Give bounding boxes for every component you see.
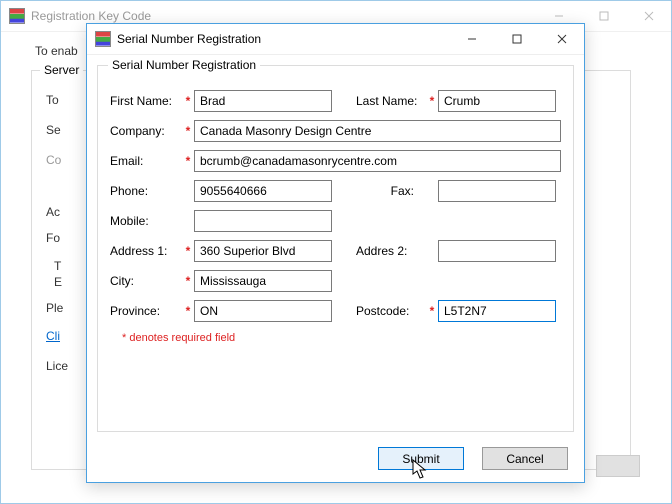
back-line-cli[interactable]: Cli xyxy=(46,329,60,343)
label-address2: Addres 2: xyxy=(356,244,426,258)
label-first-name: First Name: xyxy=(110,94,182,108)
cancel-button-label: Cancel xyxy=(506,452,543,466)
first-name-field[interactable] xyxy=(194,90,332,112)
back-line-ac: Ac xyxy=(46,205,60,219)
maximize-button[interactable] xyxy=(494,24,539,54)
back-line-ple: Ple xyxy=(46,301,63,315)
registration-groupbox: Serial Number Registration First Name: *… xyxy=(97,65,574,432)
cancel-button[interactable]: Cancel xyxy=(482,447,568,470)
label-email: Email: xyxy=(110,154,182,168)
required-icon: * xyxy=(426,304,438,318)
app-icon xyxy=(95,31,111,47)
label-postcode: Postcode: xyxy=(356,304,426,318)
row-province: Province: * Postcode: * xyxy=(110,296,561,326)
city-field[interactable] xyxy=(194,270,332,292)
required-note: * denotes required field xyxy=(122,332,561,344)
label-city: City: xyxy=(110,274,182,288)
back-line-lice: Lice xyxy=(46,359,68,373)
window-title-front: Serial Number Registration xyxy=(117,32,449,46)
last-name-field[interactable] xyxy=(438,90,556,112)
back-line-to: To xyxy=(46,93,59,107)
required-icon: * xyxy=(182,304,194,318)
company-field[interactable] xyxy=(194,120,561,142)
minimize-button[interactable] xyxy=(449,24,494,54)
submit-button[interactable]: Submit xyxy=(378,447,464,470)
address1-field[interactable] xyxy=(194,240,332,262)
label-province: Province: xyxy=(110,304,182,318)
maximize-button-back[interactable] xyxy=(581,1,626,31)
label-address1: Address 1: xyxy=(110,244,182,258)
required-icon: * xyxy=(182,124,194,138)
form-area: First Name: * Last Name: * Company: * Em… xyxy=(110,86,561,344)
registration-groupbox-label: Serial Number Registration xyxy=(108,58,260,72)
label-fax: Fax: xyxy=(356,184,426,198)
back-line-co: Co xyxy=(46,153,61,167)
back-line-t: T xyxy=(54,259,61,273)
label-last-name: Last Name: xyxy=(356,94,426,108)
row-name: First Name: * Last Name: * xyxy=(110,86,561,116)
required-icon: * xyxy=(182,244,194,258)
back-line-e: E xyxy=(54,275,62,289)
close-button[interactable] xyxy=(539,24,584,54)
row-phone: Phone: Fax: xyxy=(110,176,561,206)
dialog-button-bar: Submit Cancel xyxy=(378,447,568,470)
row-mobile: Mobile: xyxy=(110,206,561,236)
required-icon: * xyxy=(182,274,194,288)
window-title-back: Registration Key Code xyxy=(31,9,536,23)
label-phone: Phone: xyxy=(110,184,182,198)
fax-field[interactable] xyxy=(438,180,556,202)
back-intro-text: To enab xyxy=(35,44,78,58)
phone-field[interactable] xyxy=(194,180,332,202)
address2-field[interactable] xyxy=(438,240,556,262)
row-city: City: * xyxy=(110,266,561,296)
province-field[interactable] xyxy=(194,300,332,322)
close-button-back[interactable] xyxy=(626,1,671,31)
label-company: Company: xyxy=(110,124,182,138)
front-body: Serial Number Registration First Name: *… xyxy=(87,55,584,482)
postcode-field[interactable] xyxy=(438,300,556,322)
mobile-field[interactable] xyxy=(194,210,332,232)
required-icon: * xyxy=(182,154,194,168)
back-groupbox-label: Server xyxy=(40,63,83,77)
row-company: Company: * xyxy=(110,116,561,146)
required-icon: * xyxy=(426,94,438,108)
email-field[interactable] xyxy=(194,150,561,172)
back-hidden-button xyxy=(596,455,640,477)
app-icon xyxy=(9,8,25,24)
required-icon: * xyxy=(182,94,194,108)
back-line-fo: Fo xyxy=(46,231,60,245)
row-address: Address 1: * Addres 2: xyxy=(110,236,561,266)
submit-button-label: Submit xyxy=(402,452,439,466)
back-line-se: Se xyxy=(46,123,61,137)
window-controls-front xyxy=(449,24,584,54)
row-email: Email: * xyxy=(110,146,561,176)
registration-dialog: Serial Number Registration Serial Number… xyxy=(86,23,585,483)
label-mobile: Mobile: xyxy=(110,214,182,228)
titlebar-front[interactable]: Serial Number Registration xyxy=(87,24,584,55)
